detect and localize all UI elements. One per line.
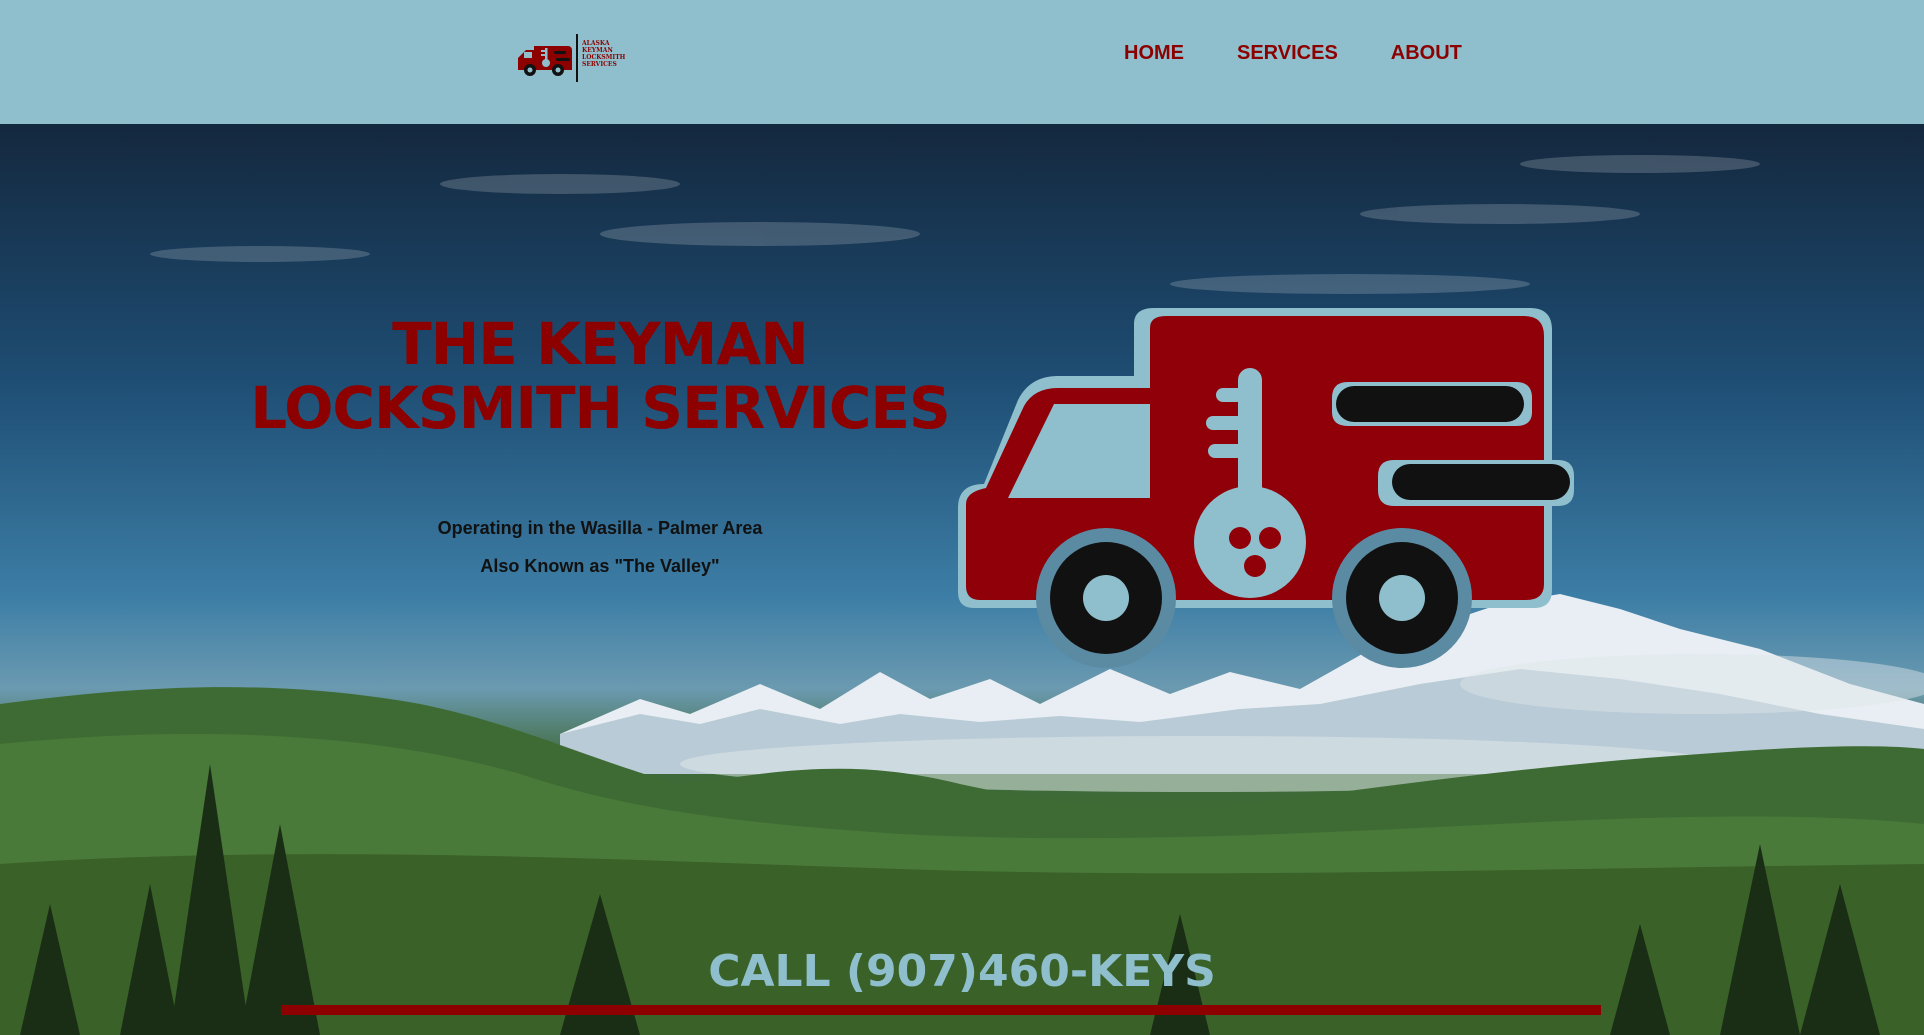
call-phone-link[interactable]: CALL (907)460-KEYS: [0, 946, 1924, 997]
hero-title-line1: THE KEYMAN: [392, 310, 809, 378]
hero-title-line2: LOCKSMITH SERVICES: [250, 374, 951, 442]
logo-line: LOCKSMITH: [582, 54, 626, 61]
logo-line: SERVICES: [582, 61, 617, 68]
nav-about-link[interactable]: ABOUT: [1391, 42, 1462, 65]
site-header: ALASKA KEYMAN LOCKSMITH SERVICES HOME SE…: [0, 0, 1924, 124]
logo-text: ALASKA KEYMAN LOCKSMITH SERVICES: [582, 40, 642, 68]
hero-title: THE KEYMAN LOCKSMITH SERVICES: [200, 312, 1000, 440]
hero-subtitle-area: Operating in the Wasilla - Palmer Area: [437, 518, 763, 538]
call-underline-bar: [281, 1005, 1601, 1015]
logo-line: ALASKA: [582, 40, 610, 47]
logo-line: KEYMAN: [582, 47, 613, 54]
site-logo[interactable]: ALASKA KEYMAN LOCKSMITH SERVICES: [516, 34, 628, 82]
logo-divider: [576, 34, 578, 82]
hero-subtitle-nickname: Also Known as "The Valley": [480, 556, 720, 576]
main-nav: HOME SERVICES ABOUT: [1124, 42, 1462, 65]
hero-section: THE KEYMAN LOCKSMITH SERVICES Operating …: [0, 124, 1924, 1035]
truck-key-icon: [518, 46, 572, 76]
nav-home-link[interactable]: HOME: [1124, 42, 1184, 65]
nav-services-link[interactable]: SERVICES: [1237, 42, 1338, 65]
truck-key-icon: [958, 308, 1574, 668]
